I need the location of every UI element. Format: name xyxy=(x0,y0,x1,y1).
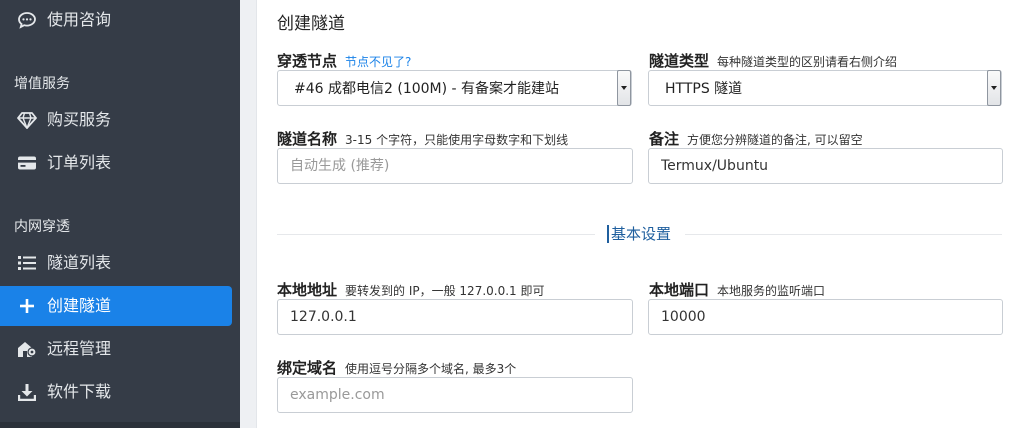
local-port-field-label: 本地端口 本地服务的监听端口 xyxy=(649,279,825,300)
tunnel-name-hint: 3-15 个字符，只能使用字母数字和下划线 xyxy=(345,133,569,147)
remote-icon xyxy=(17,339,37,359)
sidebar-item-orders[interactable]: 订单列表 xyxy=(0,143,232,183)
plus-icon xyxy=(17,296,37,316)
sidebar-item-create-tunnel[interactable]: 创建隧道 xyxy=(0,286,232,326)
node-label-text: 穿透节点 xyxy=(277,52,338,70)
create-tunnel-card: 创建隧道 穿透节点 节点不见了? #46 成都电信2 (100M) - 有备案才能… xyxy=(256,0,1025,428)
basic-settings-divider: 基本设置 xyxy=(607,225,671,243)
sidebar-item-label: 远程管理 xyxy=(47,339,112,358)
tunnel-type-hint: 每种隧道类型的区别请看右侧介绍 xyxy=(717,55,898,69)
diamond-icon xyxy=(17,110,37,130)
sidebar-item-label: 使用咨询 xyxy=(47,10,112,29)
tunnel-type-label-text: 隧道类型 xyxy=(649,52,710,70)
local-port-label-text: 本地端口 xyxy=(649,281,710,299)
list-icon xyxy=(17,253,37,273)
sidebar-item-label: 隧道列表 xyxy=(47,253,112,272)
remark-field-label: 备注 方便您分辨隧道的备注, 可以留空 xyxy=(649,128,863,149)
local-address-label-text: 本地地址 xyxy=(277,281,338,299)
node-select-value: #46 成都电信2 (100M) - 有备案才能建站 xyxy=(294,81,560,97)
chevron-down-icon[interactable] xyxy=(987,70,1001,106)
domain-input[interactable] xyxy=(277,377,633,413)
sidebar-item-label: 创建隧道 xyxy=(47,296,112,315)
card-title: 创建隧道 xyxy=(277,14,345,34)
sidebar-next-item-edge xyxy=(0,422,240,428)
sidebar: 使用咨询 增值服务 购买服务 订单列表 内网穿透 隧道列表 创建隧道 远程管理 xyxy=(0,0,240,428)
node-missing-link[interactable]: 节点不见了? xyxy=(345,55,411,69)
download-icon xyxy=(17,382,37,402)
tunnel-name-field-label: 隧道名称 3-15 个字符，只能使用字母数字和下划线 xyxy=(277,128,568,149)
domain-hint: 使用逗号分隔多个域名, 最多3个 xyxy=(345,362,517,376)
remark-label-text: 备注 xyxy=(649,130,680,148)
divider-line-right xyxy=(685,234,1002,235)
tunnel-type-field-label: 隧道类型 每种隧道类型的区别请看右侧介绍 xyxy=(649,50,897,71)
node-select[interactable]: #46 成都电信2 (100M) - 有备案才能建站 xyxy=(277,70,632,106)
sidebar-item-label: 订单列表 xyxy=(47,153,112,172)
tunnel-name-input[interactable] xyxy=(277,148,633,184)
tunnel-type-select[interactable]: HTTPS 隧道 xyxy=(648,70,1002,106)
sidebar-item-label: 购买服务 xyxy=(47,110,112,129)
section-title-intranet: 内网穿透 xyxy=(14,219,70,235)
chevron-down-icon[interactable] xyxy=(617,70,631,106)
sidebar-item-consult[interactable]: 使用咨询 xyxy=(0,0,232,40)
divider-line-left xyxy=(277,234,595,235)
remark-hint: 方便您分辨隧道的备注, 可以留空 xyxy=(687,133,863,147)
local-address-input[interactable] xyxy=(277,299,633,335)
local-port-input[interactable] xyxy=(648,299,1003,335)
domain-label-text: 绑定域名 xyxy=(277,359,338,377)
tunnel-type-select-value: HTTPS 隧道 xyxy=(665,81,743,97)
sidebar-item-buy-service[interactable]: 购买服务 xyxy=(0,100,232,140)
sidebar-item-remote-management[interactable]: 远程管理 xyxy=(0,329,232,369)
domain-field-label: 绑定域名 使用逗号分隔多个域名, 最多3个 xyxy=(277,357,516,378)
sidebar-item-downloads[interactable]: 软件下载 xyxy=(0,372,232,412)
chat-icon xyxy=(17,10,37,30)
local-address-field-label: 本地地址 要转发到的 IP，一般 127.0.0.1 即可 xyxy=(277,279,545,300)
local-address-hint: 要转发到的 IP，一般 127.0.0.1 即可 xyxy=(345,284,545,298)
local-port-hint: 本地服务的监听端口 xyxy=(717,284,826,298)
remark-input[interactable] xyxy=(648,148,1003,184)
tunnel-name-label-text: 隧道名称 xyxy=(277,130,338,148)
credit-card-icon xyxy=(17,153,37,173)
node-field-label: 穿透节点 节点不见了? xyxy=(277,50,411,71)
section-title-value-added: 增值服务 xyxy=(14,76,70,92)
sidebar-item-tunnel-list[interactable]: 隧道列表 xyxy=(0,243,232,283)
sidebar-item-label: 软件下载 xyxy=(47,382,112,401)
